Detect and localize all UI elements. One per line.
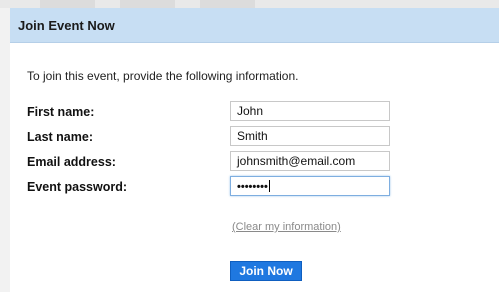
text-caret bbox=[268, 180, 270, 192]
event-password-field[interactable]: •••••••• bbox=[230, 176, 390, 196]
intro-text: To join this event, provide the followin… bbox=[27, 69, 299, 83]
top-strip bbox=[0, 0, 499, 8]
join-event-panel: Join Event Now To join this event, provi… bbox=[10, 8, 499, 292]
email-field[interactable]: johnsmith@email.com bbox=[230, 151, 390, 171]
last-name-field[interactable]: Smith bbox=[230, 126, 390, 146]
last-name-label: Last name: bbox=[27, 130, 93, 144]
first-name-field[interactable]: John bbox=[230, 101, 390, 121]
join-now-button[interactable]: Join Now bbox=[230, 261, 302, 281]
event-password-label: Event password: bbox=[27, 180, 128, 194]
panel-header: Join Event Now bbox=[10, 8, 499, 43]
first-name-label: First name: bbox=[27, 105, 95, 119]
email-label: Email address: bbox=[27, 155, 116, 169]
clear-information-link[interactable]: (Clear my information) bbox=[232, 221, 341, 233]
password-mask: •••••••• bbox=[237, 181, 268, 193]
panel-title: Join Event Now bbox=[18, 18, 115, 33]
